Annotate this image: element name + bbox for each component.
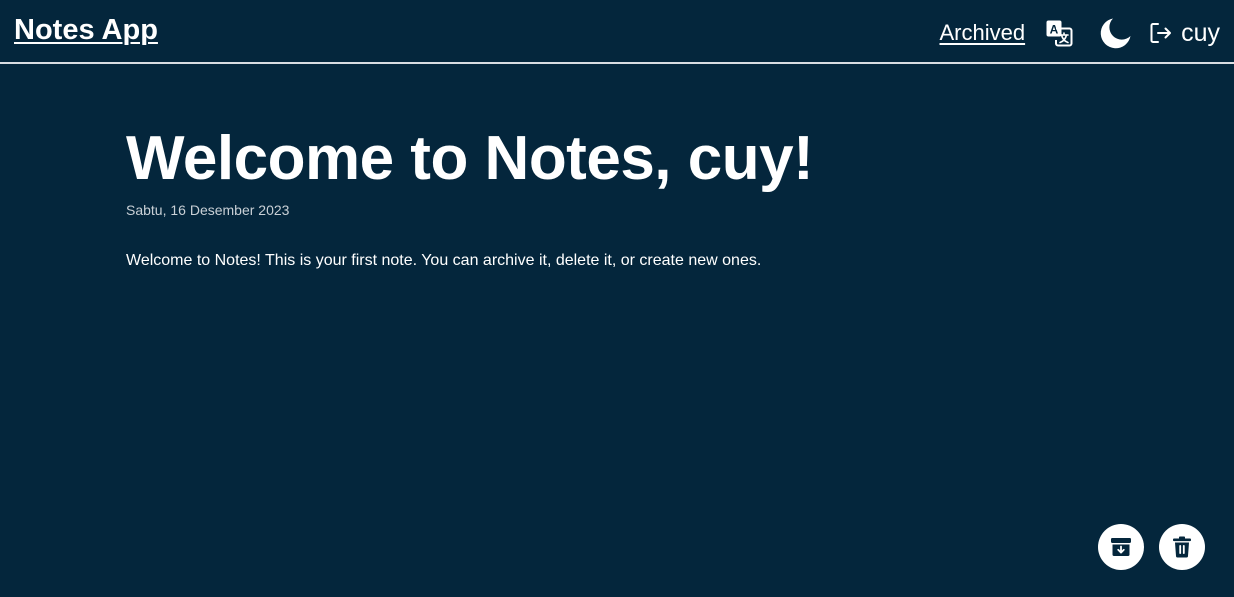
logout-icon <box>1150 23 1172 43</box>
app-header: Notes App Archived A cuy <box>0 0 1234 64</box>
note-body: Welcome to Notes! This is your first not… <box>126 252 762 269</box>
delete-button[interactable] <box>1159 524 1205 570</box>
moon-icon <box>1100 18 1131 49</box>
theme-toggle-button[interactable] <box>1099 16 1133 50</box>
note-actions <box>1098 524 1205 570</box>
trash-icon <box>1173 536 1191 558</box>
archived-link[interactable]: Archived <box>940 20 1026 46</box>
note-detail: Welcome to Notes, cuy! Sabtu, 16 Desembe… <box>126 120 1086 270</box>
note-date: Sabtu, 16 Desember 2023 <box>126 202 290 218</box>
archive-icon <box>1111 538 1131 556</box>
archive-button[interactable] <box>1098 524 1144 570</box>
translate-button[interactable]: A <box>1045 19 1073 47</box>
app-brand-link[interactable]: Notes App <box>14 14 158 47</box>
translate-icon: A <box>1046 20 1073 47</box>
logout-button[interactable]: cuy <box>1149 19 1220 48</box>
user-name: cuy <box>1181 18 1220 47</box>
note-title: Welcome to Notes, cuy! <box>126 124 814 193</box>
header-nav: Archived A cuy <box>940 14 1220 52</box>
